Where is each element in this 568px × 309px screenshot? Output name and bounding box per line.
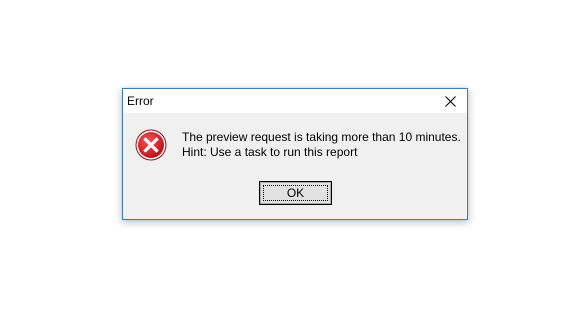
close-icon <box>444 95 456 107</box>
error-message-line-1: The preview request is taking more than … <box>182 130 461 144</box>
close-button[interactable] <box>433 89 467 113</box>
desktop-background: Error The preview request is taking more… <box>0 0 568 309</box>
ok-button[interactable]: OK <box>259 181 332 205</box>
error-dialog: Error The preview request is taking more… <box>122 88 468 220</box>
dialog-titlebar[interactable]: Error <box>123 89 467 113</box>
error-icon <box>135 129 167 161</box>
error-message-line-2: Hint: Use a task to run this report <box>182 145 358 159</box>
dialog-title: Error <box>127 94 154 108</box>
error-message: The preview request is taking more than … <box>182 130 461 160</box>
ok-button-label: OK <box>286 186 305 200</box>
